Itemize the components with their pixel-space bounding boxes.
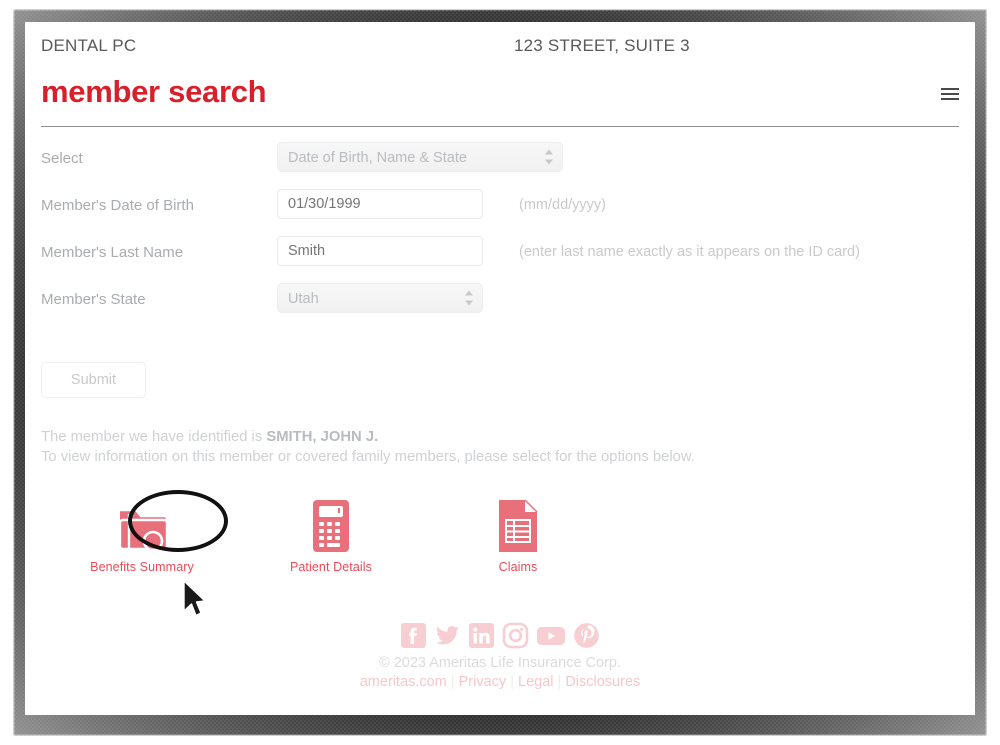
result-line-1: The member we have identified is SMITH, … [41,427,941,447]
page-title: member search [41,74,267,109]
option-label-benefits-summary: Benefits Summary [90,560,194,574]
option-claims[interactable]: Claims [453,492,583,574]
member-search-form: Select Date of Birth, Name & State Membe… [41,140,959,328]
chevron-updown-icon [465,290,473,306]
practice-name: DENTAL PC [41,36,137,55]
social-links [25,622,975,649]
instagram-icon[interactable] [502,622,529,649]
label-select: Select [41,150,83,167]
youtube-icon[interactable] [536,622,566,649]
form-row-state: Member's State Utah [41,281,959,328]
label-date-of-birth: Member's Date of Birth [41,197,194,214]
hint-date-of-birth: (mm/dd/yyyy) [519,197,606,213]
footer-link-legal[interactable]: Legal [518,674,553,690]
practice-address: 123 STREET, SUITE 3 [514,36,690,55]
twitter-icon[interactable] [434,622,461,649]
footer-separator: | [450,674,455,690]
submit-button[interactable]: Submit [41,362,146,398]
member-options: Benefits Summary Patient Details Claims [41,490,941,617]
option-benefits-summary[interactable]: Benefits Summary [77,490,228,617]
last-name-input[interactable] [277,236,483,266]
footer-separator: | [510,674,514,690]
option-label-claims: Claims [498,560,538,574]
search-result-message: The member we have identified is SMITH, … [41,427,941,467]
hamburger-bar [941,98,959,100]
document-table-icon [453,492,583,554]
page-title-row: member search [41,74,959,124]
web-page: DENTAL PC 123 STREET, SUITE 3 member sea… [25,22,975,715]
form-row-dob: Member's Date of Birth (mm/dd/yyyy) [41,187,959,234]
footer-link-privacy[interactable]: Privacy [459,674,507,690]
footer-link-disclosures[interactable]: Disclosures [565,674,640,690]
option-label-patient-details: Patient Details [289,560,373,574]
practice-header: DENTAL PC 123 STREET, SUITE 3 [41,36,959,66]
page-footer: © 2023 Ameritas Life Insurance Corp. ame… [25,622,975,690]
footer-links: ameritas.com | Privacy | Legal | Disclos… [25,674,975,690]
result-line-2: To view information on this member or co… [41,449,695,465]
form-row-select: Select Date of Birth, Name & State [41,140,959,187]
facebook-icon[interactable] [400,622,427,649]
search-type-select[interactable]: Date of Birth, Name & State [277,142,563,172]
footer-link-ameritas[interactable]: ameritas.com [360,674,447,690]
footer-separator: | [557,674,562,690]
pinterest-icon[interactable] [573,622,600,649]
result-prefix: The member we have identified is [41,429,267,445]
hamburger-menu-icon[interactable] [941,88,959,102]
form-row-last-name: Member's Last Name (enter last name exac… [41,234,959,281]
identified-member-name: SMITH, JOHN J. [266,429,379,445]
state-value: Utah [288,291,319,307]
mouse-cursor-icon [183,580,206,617]
linkedin-icon[interactable] [468,622,495,649]
header-divider [41,126,959,127]
chevron-updown-icon [545,149,553,165]
hamburger-bar [941,93,959,95]
hint-last-name: (enter last name exactly as it appears o… [519,244,860,260]
state-select[interactable]: Utah [277,283,483,313]
label-last-name: Member's Last Name [41,244,184,261]
search-type-value: Date of Birth, Name & State [288,150,467,166]
option-patient-details[interactable]: Patient Details [266,492,396,574]
hamburger-bar [941,88,959,90]
label-state: Member's State [41,291,146,308]
folder-search-icon [77,492,207,554]
calculator-icon [266,492,396,554]
copyright-text: © 2023 Ameritas Life Insurance Corp. [378,655,621,671]
date-of-birth-input[interactable] [277,189,483,219]
